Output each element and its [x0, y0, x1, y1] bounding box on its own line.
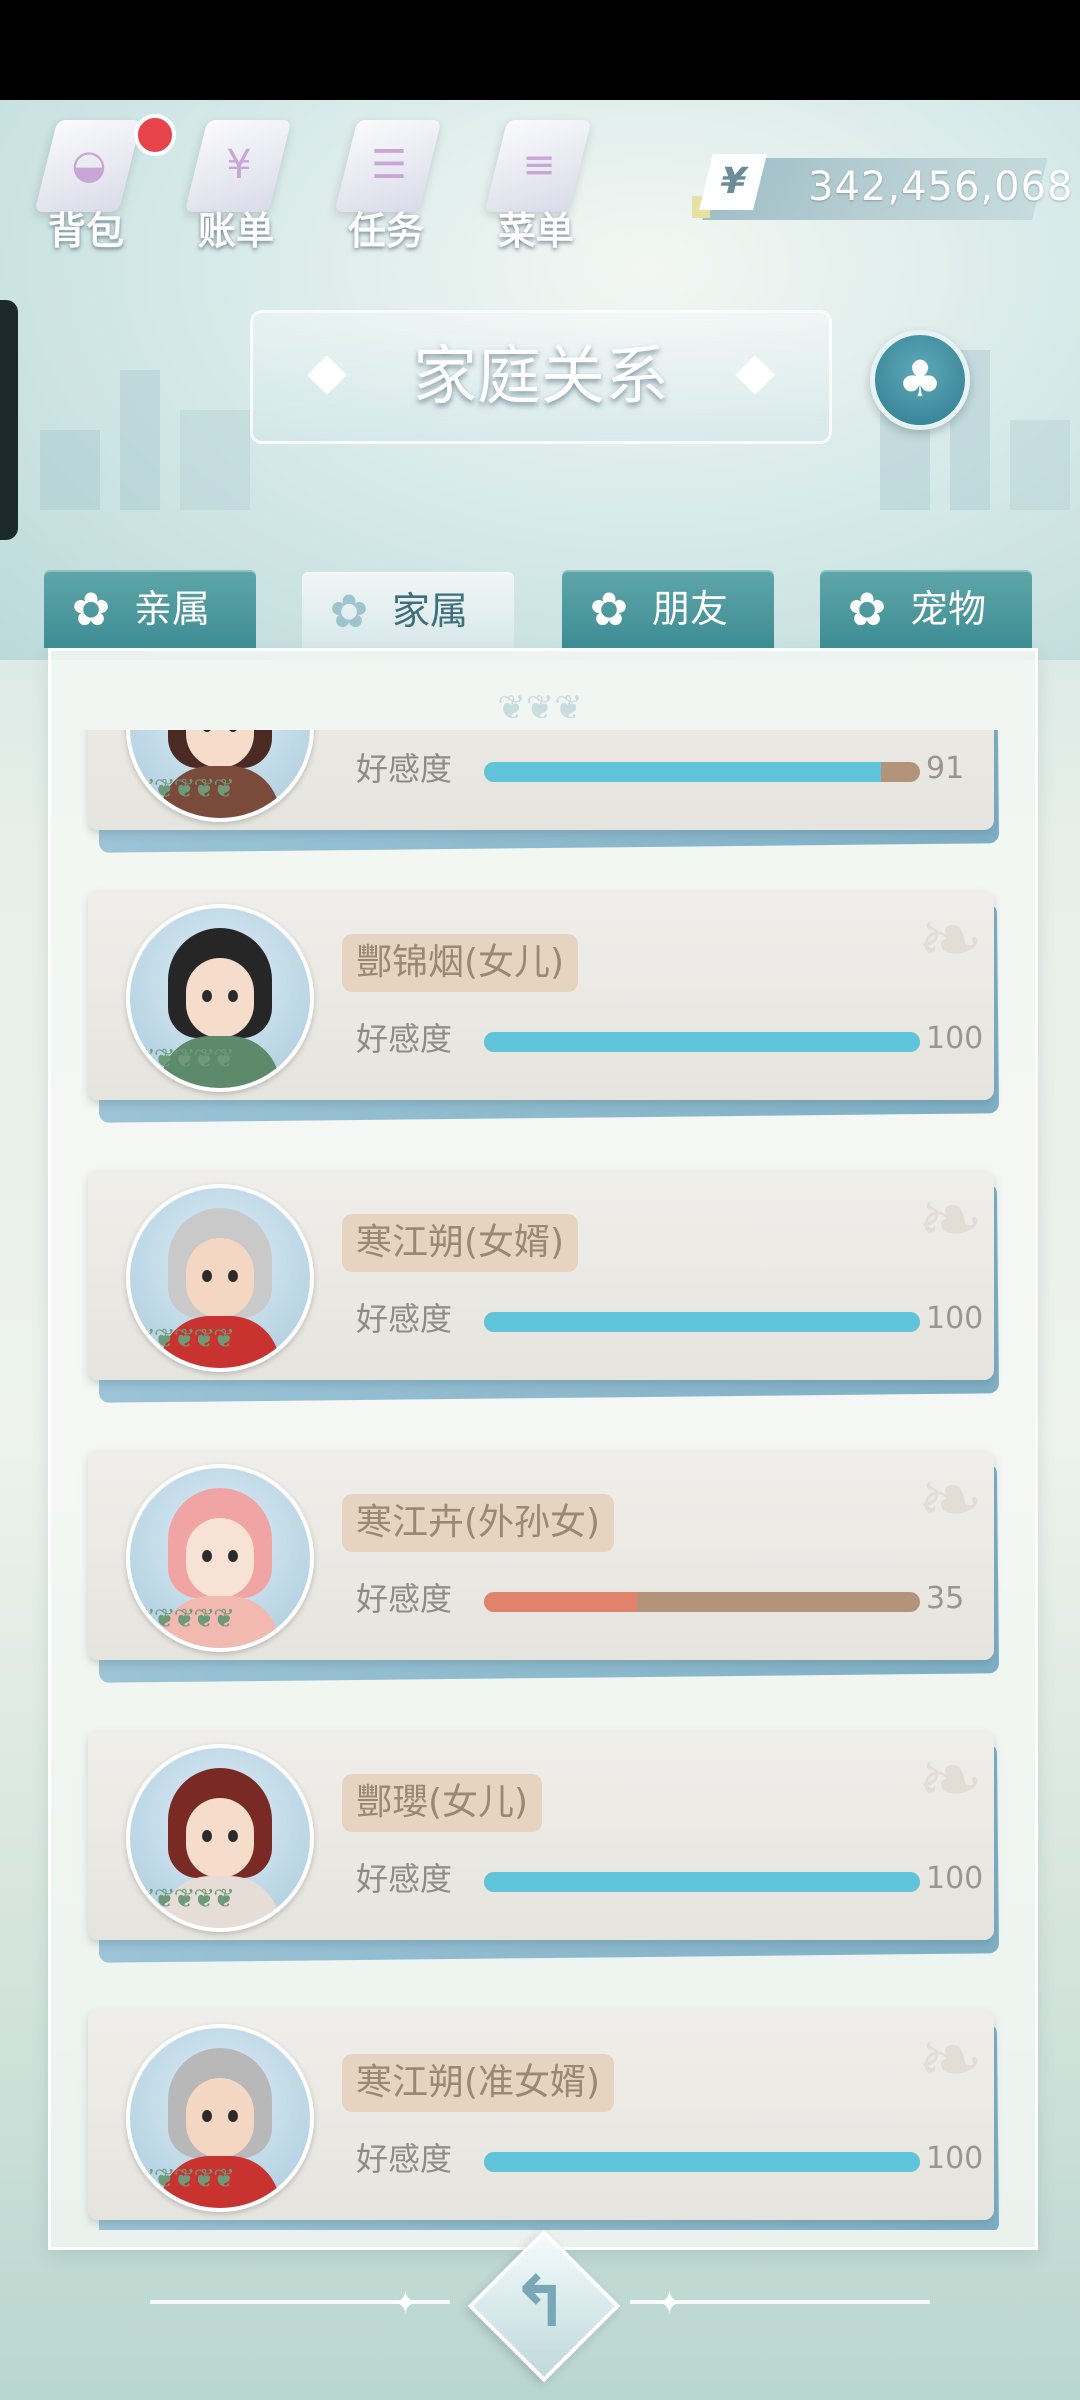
member-name: 寒江朔(准女婿) [342, 2054, 615, 2112]
affinity-bar-fill [484, 762, 881, 782]
affinity-value: 100 [926, 1861, 984, 1896]
money-display: ¥ 342,456,068 [690, 154, 1072, 220]
flower-icon: ✿ [71, 582, 111, 636]
affinity-bar [484, 1032, 920, 1052]
money-amount: 342,456,068 [808, 164, 1074, 210]
affinity-bar-fill [484, 1312, 920, 1332]
affinity-bar [484, 1592, 920, 1612]
affinity-label: 好感度 [356, 1580, 453, 1618]
status-bar [0, 0, 1080, 100]
affinity-bar [484, 2152, 920, 2172]
bill-button[interactable]: ¥ 账单 [176, 112, 296, 253]
sparkle-icon: ✦ [656, 2284, 683, 2322]
return-icon: ↰ [510, 2261, 570, 2343]
member-row[interactable]: ❧ ❦❦❦❦❦ 酆瓔(女儿) 好感度 100 [88, 1730, 1000, 1963]
affinity-value: 100 [926, 2141, 984, 2176]
affinity-bar-fill [484, 1592, 637, 1612]
page-title-box: 家庭关系 [250, 310, 832, 444]
member-avatar[interactable]: ❦❦❦❦❦ [126, 1464, 314, 1652]
member-avatar[interactable]: ❦❦❦❦❦ [126, 2024, 314, 2212]
member-row[interactable]: ❧ ❦❦❦❦❦ 寒江朔(女婿) 好感度 100 [88, 1170, 1000, 1403]
side-drawer-handle[interactable] [0, 300, 18, 540]
flower-icon: ✿ [329, 584, 369, 638]
tab-relatives[interactable]: ✿ 亲属 [44, 570, 256, 648]
tab-family[interactable]: ✿ 家属 [302, 572, 514, 648]
tab-label: 朋友 [652, 587, 729, 631]
tab-label: 家属 [392, 589, 469, 633]
affinity-value: 100 [926, 1021, 984, 1056]
menu-icon: ≡ [522, 142, 556, 188]
member-avatar[interactable]: ❦❦❦❦❦ [126, 1184, 314, 1372]
notification-dot [134, 114, 176, 156]
tab-label: 宠物 [910, 587, 987, 631]
task-icon: ☰ [371, 142, 407, 188]
bill-label: 账单 [197, 209, 274, 253]
flower-icon: ✿ [589, 582, 629, 636]
scroll-ornament: ❦❦❦ [497, 688, 583, 728]
tab-label: 亲属 [134, 587, 211, 631]
affinity-label: 好感度 [356, 1300, 453, 1338]
member-avatar[interactable]: ❦❦❦❦❦ [126, 904, 314, 1092]
backpack-button[interactable]: ◒ 背包 [26, 112, 146, 253]
member-list[interactable]: ❧❦❦❦❦❦好感度91❧❦❦❦❦❦酆锦烟(女儿)好感度100❧❦❦❦❦❦寒江朔(… [60, 730, 1020, 2230]
affinity-label: 好感度 [356, 1020, 453, 1058]
affinity-bar [484, 762, 920, 782]
member-row[interactable]: ❧ ❦❦❦❦❦ 寒江卉(外孙女) 好感度 35 [88, 1450, 1000, 1683]
affinity-label: 好感度 [356, 1860, 453, 1898]
affinity-bar [484, 1312, 920, 1332]
sparkle-icon: ✦ [392, 2284, 419, 2322]
affinity-label: 好感度 [356, 750, 453, 788]
affinity-value: 91 [926, 751, 965, 786]
family-tree-icon: ♣ [897, 350, 943, 408]
tab-pets[interactable]: ✿ 宠物 [820, 570, 1032, 648]
affinity-bar-fill [484, 1032, 920, 1052]
member-name: 寒江朔(女婿) [342, 1214, 579, 1272]
member-row[interactable]: ❧ ❦❦❦❦❦ 酆锦烟(女儿) 好感度 100 [88, 890, 1000, 1123]
affinity-label: 好感度 [356, 2140, 453, 2178]
flower-icon: ✿ [847, 582, 887, 636]
bill-icon: ¥ [226, 142, 252, 188]
task-button[interactable]: ☰ 任务 [326, 112, 446, 253]
member-row[interactable]: ❧❦❦❦❦❦好感度91 [88, 730, 1000, 853]
member-row[interactable]: ❧ ❦❦❦❦❦ 寒江朔(准女婿) 好感度 100 [88, 2010, 1000, 2230]
affinity-bar [484, 1872, 920, 1892]
member-avatar[interactable]: ❦❦❦❦❦ [126, 730, 314, 822]
affinity-bar-fill [484, 2152, 920, 2172]
menu-label: 菜单 [497, 209, 574, 253]
backpack-icon: ◒ [71, 142, 107, 188]
page-title: 家庭关系 [413, 340, 669, 414]
member-name: 酆锦烟(女儿) [342, 934, 579, 992]
family-tree-button[interactable]: ♣ [870, 330, 970, 430]
affinity-bar-fill [484, 1872, 920, 1892]
backpack-label: 背包 [47, 209, 124, 253]
affinity-value: 100 [926, 1301, 984, 1336]
menu-button[interactable]: ≡ 菜单 [476, 112, 596, 253]
task-label: 任务 [347, 209, 424, 253]
affinity-value: 35 [926, 1581, 965, 1616]
member-name: 寒江卉(外孙女) [342, 1494, 615, 1552]
member-name: 酆瓔(女儿) [342, 1774, 543, 1832]
member-avatar[interactable]: ❦❦❦❦❦ [126, 1744, 314, 1932]
tab-friends[interactable]: ✿ 朋友 [562, 570, 774, 648]
back-button[interactable]: ↰ [467, 2229, 621, 2383]
